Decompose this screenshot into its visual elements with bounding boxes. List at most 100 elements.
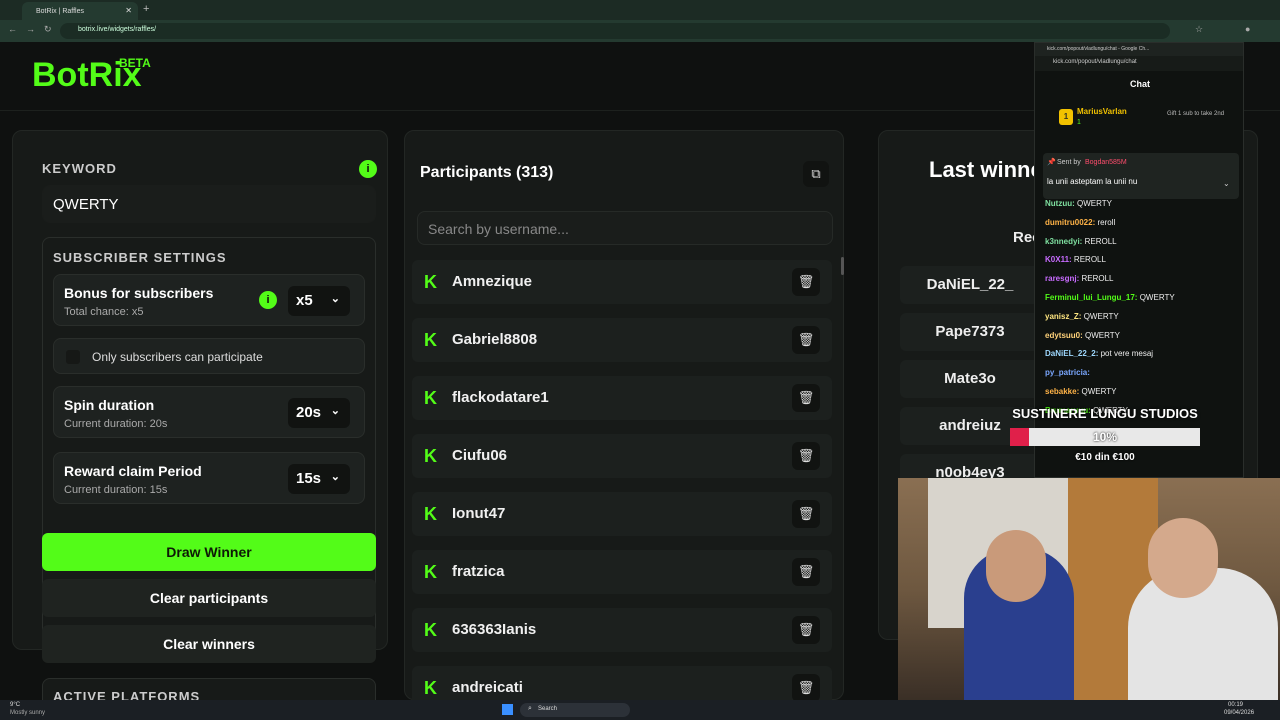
reward-subtitle: Current duration: 15s — [64, 484, 168, 496]
chat-message: yanisz_Z: QWERTY — [1045, 312, 1119, 321]
participant-row: Kandreicati 🗑 — [412, 666, 832, 700]
spin-title: Spin duration — [64, 397, 155, 413]
participant-name: andreicati — [452, 679, 523, 696]
chat-username[interactable]: dumitru0022: — [1045, 218, 1095, 227]
top-gifter-bar: 1 MariusVarlan 1 Gift 1 sub to take 2nd — [1049, 103, 1239, 133]
winner-row: Mate3o — [900, 360, 1040, 398]
chat-username[interactable]: K0X11: — [1045, 255, 1072, 264]
chat-text: REROLL — [1073, 255, 1106, 265]
bonus-dropdown[interactable]: x5 ⌄ — [288, 286, 350, 316]
chat-message: DaNiEL_22_2: pot vere mesaj — [1045, 349, 1153, 358]
kick-logo-icon: K — [424, 562, 437, 582]
start-icon[interactable] — [502, 704, 513, 715]
webcam-video — [898, 478, 1280, 700]
kick-logo-icon: K — [424, 504, 437, 524]
delete-icon[interactable]: 🗑 — [792, 674, 820, 700]
bookmark-star-icon[interactable]: ☆ — [1195, 24, 1203, 35]
address-bar-row: ← → ↻ botrix.live/widgets/raffles/ ☆ ● — [0, 20, 1280, 42]
draw-winner-button[interactable]: Draw Winner — [42, 533, 376, 571]
spin-dropdown[interactable]: 20s ⌄ — [288, 398, 350, 428]
chat-username[interactable]: sebakke: — [1045, 387, 1079, 396]
delete-icon[interactable]: 🗑 — [792, 326, 820, 354]
gift-sub-prompt[interactable]: Gift 1 sub to take 2nd — [1167, 111, 1239, 118]
participant-name: 636363Ianis — [452, 621, 537, 638]
chat-username[interactable]: raresgnj: — [1045, 274, 1079, 283]
chat-message: py_patricia: — [1045, 368, 1090, 377]
chat-username[interactable]: edytsuu0: — [1045, 331, 1083, 340]
participant-row: K 636363Ianis 🗑 — [412, 608, 832, 652]
delete-icon[interactable]: 🗑 — [792, 442, 820, 470]
participant-name: Gabriel8808 — [452, 331, 538, 348]
weather-desc: Mostly sunny — [10, 710, 46, 716]
chat-username[interactable]: Nutzuu: — [1045, 199, 1075, 208]
profile-icon[interactable]: ● — [1245, 24, 1250, 34]
taskbar-search[interactable]: ⌕ Search — [520, 703, 630, 717]
keyword-input[interactable]: QWERTY — [42, 185, 376, 223]
chat-text: QWERTY — [1081, 387, 1117, 396]
participants-title: Participants (313) — [420, 164, 554, 181]
delete-icon[interactable]: 🗑 — [792, 616, 820, 644]
chat-text: QWERTY — [1085, 330, 1120, 340]
bonus-row: Bonus for subscribers Total chance: x5 i… — [53, 274, 365, 326]
forward-icon[interactable]: → — [26, 24, 35, 34]
settings-panel: KEYWORD i QWERTY SUBSCRIBER SETTINGS Bon… — [12, 130, 388, 663]
tab-title: BotRix | Raffles — [36, 7, 84, 15]
clear-winners-button[interactable]: Clear winners — [42, 625, 376, 663]
delete-icon[interactable]: 🗑 — [792, 268, 820, 296]
expand-chevron-icon[interactable]: ⌄ — [1223, 179, 1230, 188]
participants-scrollbar[interactable] — [841, 257, 844, 275]
winner-row: Pape7373 — [900, 313, 1040, 351]
top-gifter-count: 1 — [1077, 119, 1081, 126]
delete-icon[interactable]: 🗑 — [792, 384, 820, 412]
chat-url: kick.com/popout/vladlungu/chat — [1053, 59, 1137, 65]
chat-username[interactable]: Ferminul_lui_Lungu_17: — [1045, 293, 1137, 302]
copy-icon[interactable]: ⧉ — [803, 161, 829, 187]
close-tab-icon[interactable]: ✕ — [125, 6, 132, 15]
goal-percent: 10% — [1092, 430, 1118, 444]
keyword-label: KEYWORD — [42, 161, 117, 176]
spin-subtitle: Current duration: 20s — [64, 418, 168, 430]
chat-window-titlebar: kick.com/popout/vladlungu/chat - Google … — [1035, 43, 1243, 56]
url-field[interactable]: botrix.live/widgets/raffles/ — [60, 23, 1170, 39]
clear-participants-button[interactable]: Clear participants — [42, 579, 376, 617]
chevron-down-icon: ⌄ — [330, 471, 340, 483]
kick-logo-icon: K — [424, 388, 437, 408]
goal-amount: €10 din €100 — [1075, 452, 1135, 463]
kick-logo-icon: K — [424, 620, 437, 640]
delete-icon[interactable]: 🗑 — [792, 500, 820, 528]
back-icon[interactable]: ← — [8, 24, 17, 34]
keyword-info-icon[interactable]: i — [359, 160, 377, 178]
chat-text: pot vere mesaj — [1100, 349, 1154, 359]
only-subs-row[interactable]: Only subscribers can participate — [53, 338, 365, 374]
goal-title: SUSTINERE LUNGU STUDIOS — [1012, 406, 1198, 421]
participant-name: flackodatare1 — [452, 389, 549, 406]
only-subs-checkbox[interactable] — [66, 350, 80, 364]
chat-text: QWERTY — [1077, 199, 1112, 208]
reward-dropdown[interactable]: 15s ⌄ — [288, 464, 350, 494]
chat-username[interactable]: k3nnedyi: — [1045, 237, 1082, 246]
participant-search-input[interactable]: Search by username... — [417, 211, 833, 245]
bonus-info-icon[interactable]: i — [259, 291, 277, 309]
winner-row: DaNiEL_22_ — [900, 266, 1040, 304]
bonus-subtitle: Total chance: x5 — [64, 306, 144, 318]
kick-logo-icon: K — [424, 272, 437, 292]
participant-name: fratzica — [452, 563, 505, 580]
keyword-value: QWERTY — [53, 196, 119, 213]
weather-temp: 9°C — [10, 702, 21, 708]
new-tab-icon[interactable]: + — [143, 3, 149, 15]
chat-username[interactable]: yanisz_Z: — [1045, 312, 1081, 321]
participant-row: Kfratzica 🗑 — [412, 550, 832, 594]
chat-username[interactable]: py_patricia: — [1045, 368, 1090, 377]
pinned-text: la unii asteptam la unii nu — [1047, 177, 1138, 186]
chat-message: Nutzuu: QWERTY — [1045, 199, 1112, 208]
chat-text: QWERTY — [1083, 311, 1119, 321]
reload-icon[interactable]: ↻ — [44, 24, 52, 35]
spin-row: Spin duration Current duration: 20s 20s ⌄ — [53, 386, 365, 438]
chat-url-bar[interactable]: kick.com/popout/vladlungu/chat — [1035, 56, 1243, 71]
platforms-header: ACTIVE PLATFORMS — [53, 689, 201, 700]
person-right-head — [1148, 518, 1218, 598]
browser-tab[interactable]: BotRix | Raffles ✕ — [22, 2, 138, 20]
chat-username[interactable]: DaNiEL_22_2: — [1045, 349, 1098, 358]
delete-icon[interactable]: 🗑 — [792, 558, 820, 586]
kick-logo-icon: K — [424, 678, 437, 698]
